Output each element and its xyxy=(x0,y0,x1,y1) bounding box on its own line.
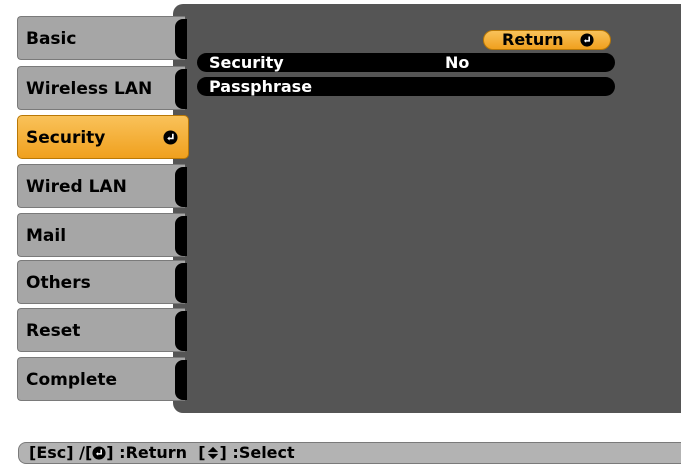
menu-item-basic[interactable]: Basic xyxy=(17,16,187,60)
up-down-arrow-icon xyxy=(207,446,218,460)
menu-item-mail[interactable]: Mail xyxy=(17,213,187,257)
menu-item-label: Wired LAN xyxy=(26,177,127,197)
return-button[interactable]: Return xyxy=(483,30,611,50)
enter-icon xyxy=(92,446,106,460)
menu-item-label: Reset xyxy=(26,321,81,341)
menu-item-wired-lan[interactable]: Wired LAN xyxy=(17,164,187,208)
menu-item-label: Basic xyxy=(26,29,77,49)
security-value: No xyxy=(445,53,470,72)
menu-item-complete[interactable]: Complete xyxy=(17,357,187,401)
menu-item-label: Others xyxy=(26,273,91,293)
help-text-esc: [Esc] /[ xyxy=(29,443,93,462)
passphrase-label: Passphrase xyxy=(209,77,313,96)
menu-item-label: Wireless LAN xyxy=(26,79,153,99)
help-bar: [Esc] /[ ] :Return [ ] :Select xyxy=(18,442,681,464)
help-text-return: ] :Return [ xyxy=(106,443,206,462)
passphrase-row[interactable]: Passphrase xyxy=(197,77,615,96)
menu-item-wireless-lan[interactable]: Wireless LAN xyxy=(17,66,187,110)
enter-icon xyxy=(163,130,178,145)
security-label: Security xyxy=(209,53,284,72)
menu-item-others[interactable]: Others xyxy=(17,260,187,304)
menu-item-label: Security xyxy=(26,128,106,148)
security-row[interactable]: Security No xyxy=(197,53,615,72)
help-text-select: ] :Select xyxy=(219,443,295,462)
enter-icon xyxy=(580,33,594,47)
menu-item-label: Complete xyxy=(26,370,118,390)
menu-item-reset[interactable]: Reset xyxy=(17,308,187,352)
return-button-label: Return xyxy=(502,30,564,49)
menu-item-security[interactable]: Security xyxy=(17,115,189,159)
menu-item-label: Mail xyxy=(26,226,67,246)
